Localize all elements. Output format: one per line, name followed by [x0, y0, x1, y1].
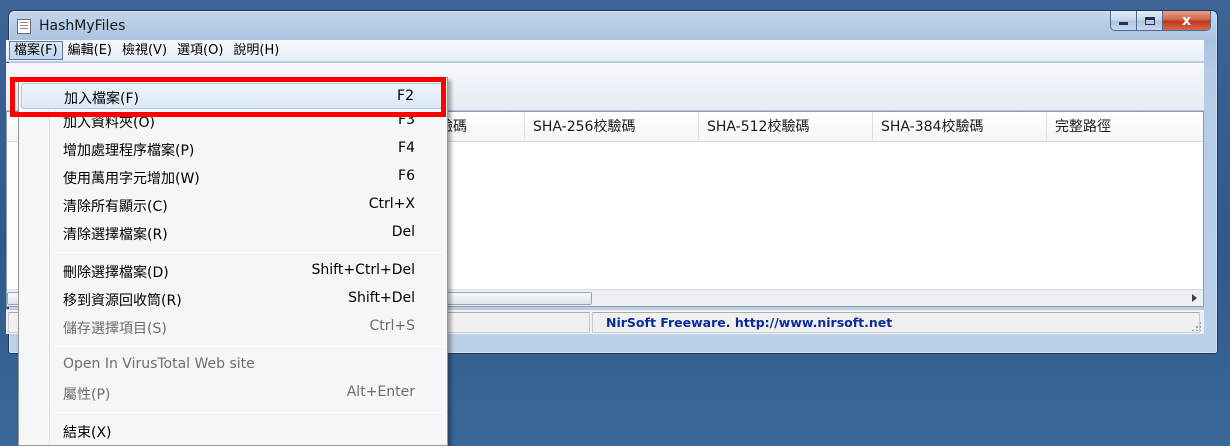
file-menu-dropdown: 加入檔案(F) F2 加入資料夾(O) F3 增加處理程序檔案(P) F4 使用…: [18, 77, 448, 446]
minimize-icon: [1119, 22, 1128, 25]
menu-item-label: 屬性(P): [63, 387, 111, 403]
menu-item-save-selected[interactable]: 儲存選擇項目(S) Ctrl+S: [21, 314, 445, 340]
close-button[interactable]: x: [1163, 11, 1211, 31]
column-header-sha256[interactable]: SHA-256校驗碼: [525, 112, 699, 142]
menu-item-label: 儲存選擇項目(S): [63, 321, 167, 337]
menu-separator: [53, 252, 443, 253]
app-icon[interactable]: [17, 19, 31, 34]
menu-item-shortcut: Shift+Ctrl+Del: [311, 262, 415, 278]
caption-buttons: x: [1110, 11, 1211, 31]
title-bar[interactable]: HashMyFiles x: [9, 11, 1217, 41]
menu-help[interactable]: 說明(H): [228, 41, 284, 60]
menu-edit[interactable]: 編輯(E): [63, 41, 117, 60]
menu-item-label: 清除所有顯示(C): [63, 199, 168, 215]
menu-item-label: 增加處理程序檔案(P): [63, 143, 195, 159]
close-icon: x: [1181, 12, 1192, 29]
menu-item-label: 刪除選擇檔案(D): [63, 265, 169, 281]
menu-item-properties[interactable]: 屬性(P) Alt+Enter: [21, 380, 445, 406]
menu-item-label: 移到資源回收筒(R): [63, 293, 182, 309]
menu-item-label: 清除選擇檔案(R): [63, 227, 168, 243]
menu-item-shortcut: Ctrl+S: [369, 318, 415, 334]
menu-item-shortcut: F6: [398, 168, 415, 184]
menu-options[interactable]: 選項(O): [172, 41, 228, 60]
menu-bar: 檔案(F) 編輯(E) 檢視(V) 選項(O) 說明(H): [6, 40, 1204, 62]
maximize-button[interactable]: [1137, 11, 1163, 31]
menu-item-shortcut: Ctrl+X: [368, 196, 415, 212]
menu-item-clear-selected[interactable]: 清除選擇檔案(R) Del: [21, 220, 445, 246]
minimize-button[interactable]: [1110, 11, 1137, 31]
menu-item-label: 使用萬用字元增加(W): [63, 171, 200, 187]
window-title: HashMyFiles: [39, 18, 126, 34]
column-header-sha512[interactable]: SHA-512校驗碼: [699, 112, 873, 142]
menu-item-delete-selected[interactable]: 刪除選擇檔案(D) Shift+Ctrl+Del: [21, 258, 445, 284]
menu-item-add-by-wildcard[interactable]: 使用萬用字元增加(W) F6: [21, 164, 445, 190]
column-header-full-path[interactable]: 完整路徑: [1047, 112, 1205, 142]
menu-separator: [53, 412, 443, 413]
menu-item-add-process-files[interactable]: 增加處理程序檔案(P) F4: [21, 136, 445, 162]
menu-item-virustotal[interactable]: Open In VirusTotal Web site: [21, 352, 445, 378]
menu-item-label: 結束(X): [63, 425, 112, 441]
menu-item-recycle-bin[interactable]: 移到資源回收筒(R) Shift+Del: [21, 286, 445, 312]
menu-item-shortcut: F4: [398, 140, 415, 156]
menu-file[interactable]: 檔案(F): [9, 41, 63, 60]
menu-item-shortcut: Del: [391, 224, 415, 240]
menu-item-shortcut: Shift+Del: [348, 290, 415, 306]
column-header-sha384[interactable]: SHA-384校驗碼: [873, 112, 1047, 142]
scroll-right-arrow-icon[interactable]: [1192, 294, 1197, 302]
menu-separator: [53, 346, 443, 347]
menu-item-shortcut: Alt+Enter: [346, 384, 415, 400]
nirsoft-link[interactable]: NirSoft Freeware. http://www.nirsoft.net: [606, 313, 892, 332]
menu-view[interactable]: 檢視(V): [117, 41, 172, 60]
annotation-highlight-box: [10, 77, 446, 117]
menu-item-label: Open In VirusTotal Web site: [63, 356, 255, 372]
menu-item-clear-all[interactable]: 清除所有顯示(C) Ctrl+X: [21, 192, 445, 218]
maximize-icon: [1144, 16, 1155, 25]
menu-item-exit[interactable]: 結束(X): [21, 418, 445, 444]
